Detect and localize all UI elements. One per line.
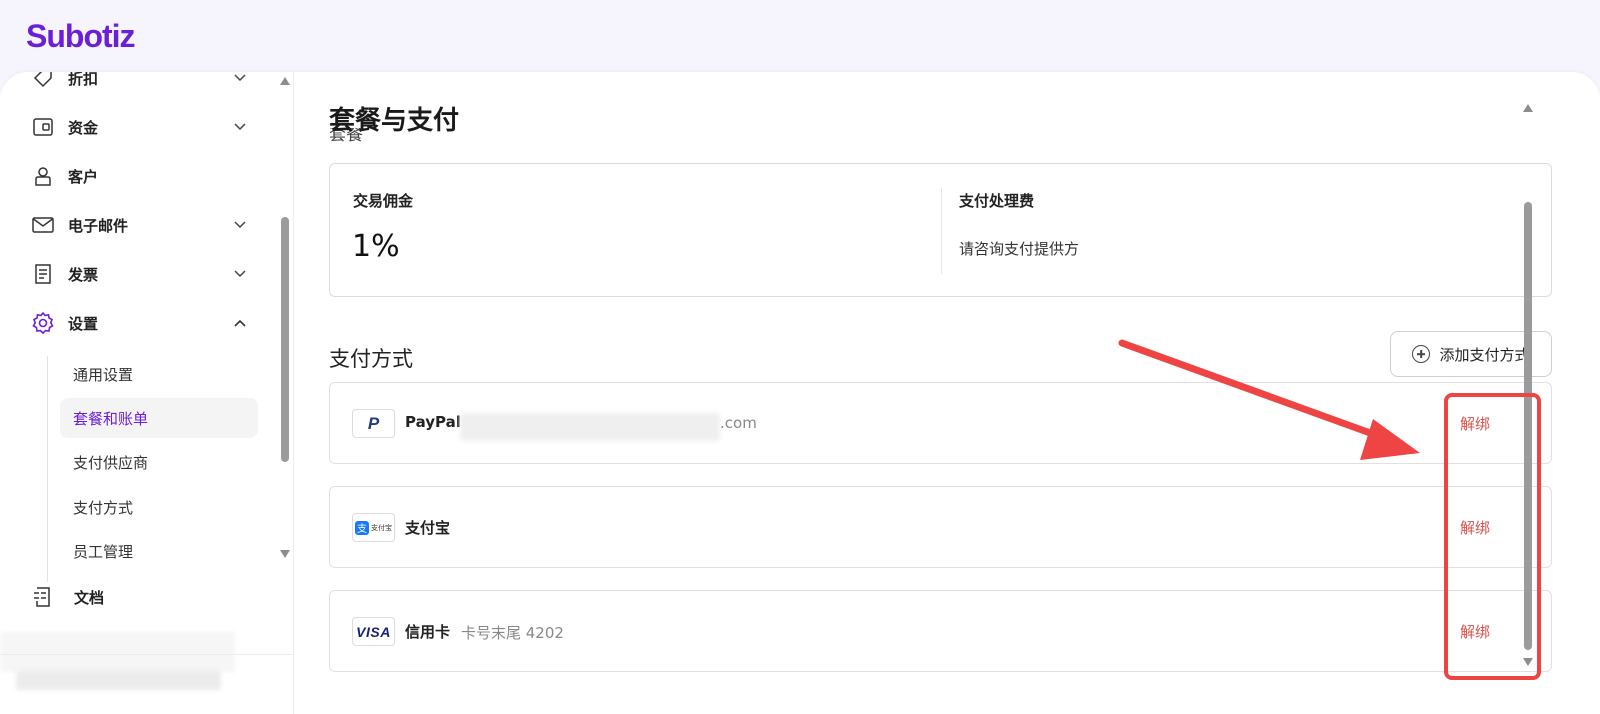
main-scroll-down-arrow[interactable]	[1523, 658, 1533, 666]
top-bar: Subotiz	[0, 0, 1600, 72]
sidebar-subitem-general[interactable]: 通用设置	[60, 354, 258, 394]
sidebar-item-label: 电子邮件	[68, 216, 129, 235]
submenu-guide-line	[47, 356, 48, 582]
sidebar-subitem-payment-providers[interactable]: 支付供应商	[60, 442, 258, 482]
commission-label: 交易佣金	[353, 192, 414, 210]
visa-logo-text: VISA	[356, 623, 391, 640]
alipay-logo-text: 支付宝	[371, 523, 392, 532]
chevron-up-icon	[230, 313, 250, 333]
sidebar-item-label: 资金	[68, 118, 99, 137]
card-divider	[941, 188, 942, 274]
payment-method-name: PayPal	[405, 413, 461, 431]
content-area: 套餐 套餐与支付 交易佣金 1% 支付处理费 请咨询支付提供方 支付方式 添加支…	[294, 72, 1600, 714]
unbind-button[interactable]: 解绑	[1460, 517, 1490, 538]
plus-circle-icon	[1412, 345, 1431, 363]
payment-methods-title: 支付方式	[329, 347, 413, 371]
sidebar-subitem-staff[interactable]: 员工管理	[60, 531, 258, 571]
payment-method-name: 支付宝	[405, 519, 451, 537]
paypal-logo-mark: P	[367, 413, 380, 433]
sidebar-item-label: 客户	[68, 167, 99, 186]
blurred-region	[0, 632, 235, 672]
tag-icon	[30, 72, 56, 91]
gear-icon	[30, 310, 56, 336]
plan-card: 交易佣金 1% 支付处理费 请咨询支付提供方	[329, 163, 1552, 297]
commission-value: 1%	[352, 229, 400, 264]
blurred-account-info	[16, 670, 221, 690]
sidebar: 折扣 资金 客户 电子邮件 发票 设置 通用设置 套餐和账单 支付供应商 支付方…	[0, 72, 294, 714]
chevron-down-icon	[230, 264, 250, 284]
sidebar-item-invoices[interactable]: 发票	[30, 259, 250, 289]
chevron-down-icon	[230, 72, 250, 88]
brand-logo[interactable]: Subotiz	[26, 18, 136, 55]
sidebar-item-label: 折扣	[68, 72, 99, 88]
main-scrollbar-thumb[interactable]	[1524, 202, 1532, 650]
payment-method-name: 信用卡	[405, 623, 451, 641]
invoice-icon	[30, 261, 56, 287]
visa-logo: VISA	[352, 617, 395, 646]
payment-method-row: 支支付宝 支付宝 解绑	[329, 486, 1552, 568]
sidebar-item-funds[interactable]: 资金	[30, 112, 250, 142]
document-icon	[30, 584, 56, 610]
sidebar-item-customers[interactable]: 客户	[30, 161, 250, 191]
unbind-button[interactable]: 解绑	[1460, 621, 1490, 642]
sidebar-item-label: 设置	[68, 314, 99, 333]
wallet-icon	[30, 114, 56, 140]
unbind-button[interactable]: 解绑	[1460, 413, 1490, 434]
sidebar-subitem-plans-billing[interactable]: 套餐和账单	[60, 398, 258, 438]
paypal-logo: P	[352, 409, 395, 438]
sidebar-item-label: 文档	[74, 588, 105, 607]
alipay-logo: 支支付宝	[352, 513, 395, 542]
alipay-logo-mark: 支	[355, 520, 369, 535]
sidebar-subitem-payment-methods[interactable]: 支付方式	[60, 487, 258, 527]
payment-method-detail: .com	[720, 414, 757, 432]
processing-fee-value: 请咨询支付提供方	[959, 240, 1080, 258]
main-panel: 折扣 资金 客户 电子邮件 发票 设置 通用设置 套餐和账单 支付供应商 支付方…	[0, 72, 1600, 714]
sidebar-item-discounts[interactable]: 折扣	[30, 72, 250, 93]
sidebar-item-settings[interactable]: 设置	[30, 308, 250, 338]
main-scroll-up-arrow[interactable]	[1523, 104, 1533, 112]
payment-method-detail: 卡号末尾 4202	[461, 624, 564, 642]
blurred-email	[460, 413, 720, 441]
chevron-down-icon	[230, 117, 250, 137]
page-title: 套餐与支付	[329, 106, 460, 136]
processing-fee-label: 支付处理费	[959, 192, 1035, 210]
payment-method-row: P PayPal .com 解绑	[329, 382, 1552, 464]
mail-icon	[30, 212, 56, 238]
sidebar-scroll-down-arrow[interactable]	[280, 550, 290, 558]
sidebar-item-label: 发票	[68, 265, 99, 284]
sidebar-scrollbar-thumb[interactable]	[281, 217, 289, 462]
sidebar-scroll-up-arrow[interactable]	[280, 77, 290, 85]
sidebar-item-docs[interactable]: 文档	[30, 582, 250, 612]
add-payment-method-label: 添加支付方式	[1439, 345, 1530, 364]
payment-method-row: VISA 信用卡 卡号末尾 4202 解绑	[329, 590, 1552, 672]
sidebar-footer-divider	[0, 654, 294, 655]
sidebar-item-email[interactable]: 电子邮件	[30, 210, 250, 240]
user-icon	[30, 163, 56, 189]
chevron-down-icon	[230, 215, 250, 235]
